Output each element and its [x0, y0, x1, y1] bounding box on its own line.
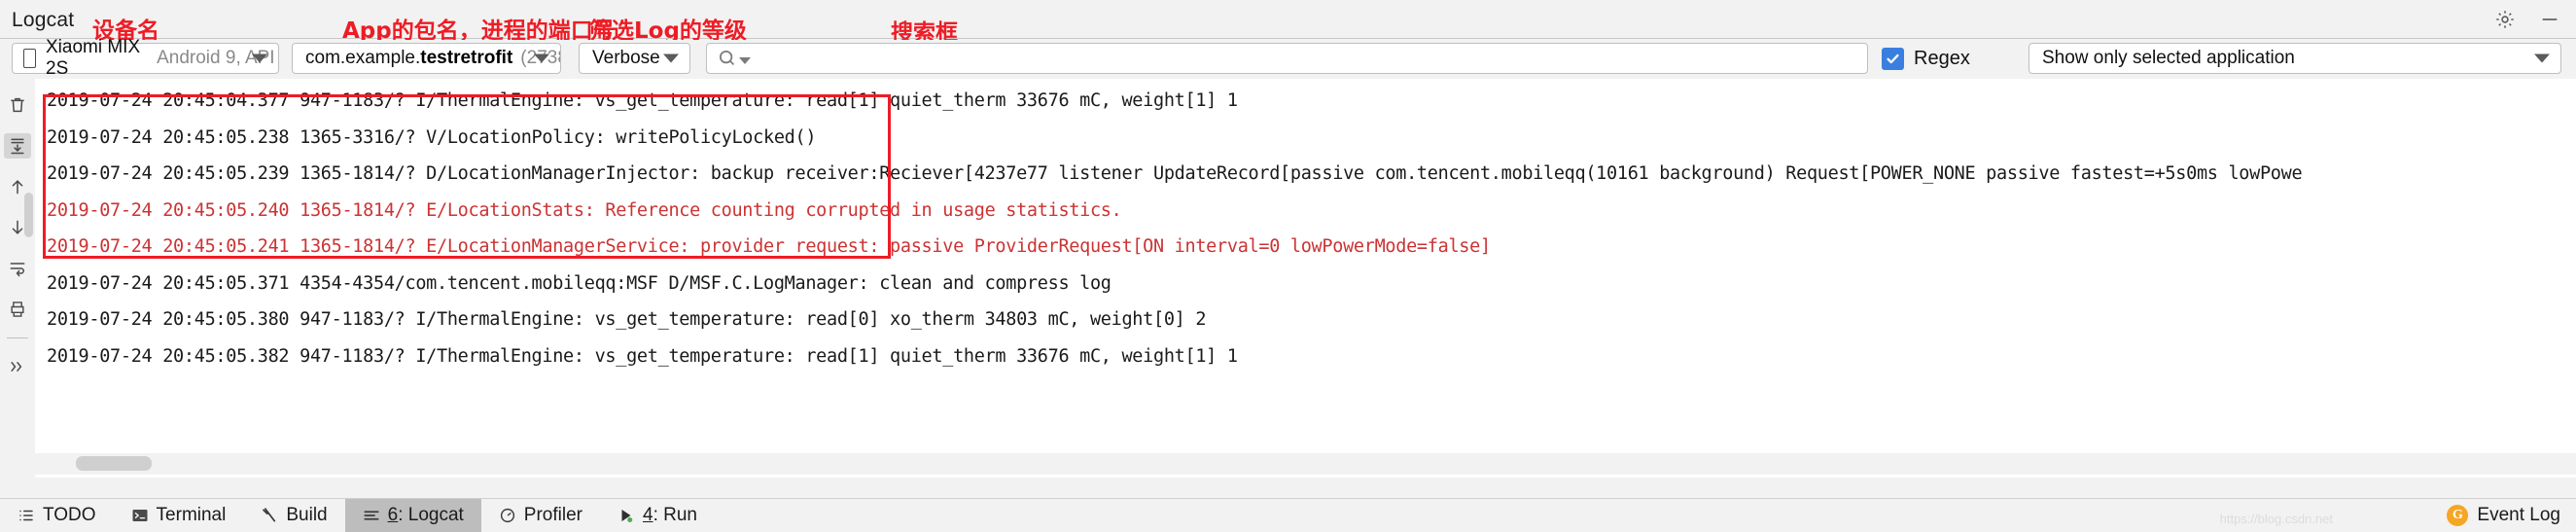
tab-label: Terminal — [156, 505, 227, 525]
logcat-icon — [363, 507, 380, 524]
log-line: 2019-07-24 20:45:05.380 947-1183/? I/The… — [47, 309, 1207, 330]
tab-label: 6: Logcat — [387, 505, 464, 525]
scrollbar-thumb[interactable] — [76, 456, 152, 471]
logcat-side-toolbar — [0, 79, 35, 478]
chevron-down-icon — [2534, 53, 2550, 63]
chevron-down-icon — [252, 53, 267, 63]
tab-logcat[interactable]: 6: Logcat — [344, 498, 481, 532]
package-name: testretrofit — [420, 48, 513, 68]
logcat-window: Logcat 设备名 App的包名，进程的端口号 筛选Log的等级 搜索框 飞速… — [0, 0, 2576, 532]
log-line: 2019-07-24 20:45:05.238 1365-3316/? V/Lo… — [47, 127, 817, 148]
soft-wrap-button[interactable] — [4, 256, 31, 281]
tab-label: 4: Run — [642, 505, 697, 525]
tab-label: Build — [286, 505, 328, 525]
hammer-icon — [261, 507, 278, 524]
tab-text: Logcat — [407, 505, 464, 525]
checkbox-checked-icon[interactable] — [1882, 48, 1904, 70]
tab-build[interactable]: Build — [243, 499, 344, 532]
print-button[interactable] — [4, 297, 31, 322]
log-level-value: Verbose — [592, 48, 660, 68]
log-line: 2019-07-24 20:45:05.382 947-1183/? I/The… — [47, 346, 1238, 367]
logcat-toolbar: Xiaomi MIX 2S Android 9, API 28 com.exam… — [0, 37, 2576, 79]
logcat-output[interactable]: 2019-07-24 20:45:04.377 947-1183/? I/The… — [35, 79, 2576, 478]
tab-mnemonic: 6 — [387, 505, 399, 525]
phone-icon — [23, 49, 36, 68]
gear-icon[interactable] — [2492, 7, 2518, 32]
search-field[interactable] — [706, 43, 1868, 74]
tab-label: TODO — [43, 505, 96, 525]
horizontal-scrollbar[interactable] — [35, 453, 2576, 475]
titlebar-actions — [2492, 7, 2562, 32]
chevron-down-icon — [663, 53, 679, 63]
page-title: Logcat — [12, 9, 75, 31]
log-line: 2019-07-24 20:45:05.371 4354-4354/com.te… — [47, 273, 1112, 294]
scroll-to-end-button[interactable] — [4, 133, 31, 159]
filter-value: Show only selected application — [2042, 48, 2295, 68]
watermark: https://blog.csdn.net — [2219, 512, 2333, 526]
log-level-dropdown[interactable]: Verbose — [579, 43, 690, 74]
log-line: 2019-07-24 20:45:05.239 1365-1814/? D/Lo… — [47, 163, 2303, 184]
todo-list-icon — [18, 507, 35, 524]
tab-label: Profiler — [523, 505, 582, 525]
search-input[interactable] — [759, 48, 1867, 69]
minimize-icon[interactable] — [2537, 7, 2562, 32]
device-dropdown[interactable]: Xiaomi MIX 2S Android 9, API 28 — [12, 37, 279, 79]
vertical-scrollbar[interactable] — [24, 193, 33, 237]
tab-mnemonic: 4 — [642, 505, 653, 525]
event-log-label[interactable]: Event Log — [2477, 505, 2560, 526]
status-bar-right: G Event Log — [2447, 505, 2576, 526]
regex-checkbox[interactable]: Regex — [1882, 48, 1970, 70]
chevron-down-icon[interactable] — [739, 57, 751, 64]
terminal-icon — [131, 507, 149, 524]
process-dropdown[interactable]: com.example.testretrofit (27380) — [292, 43, 561, 74]
tab-run[interactable]: 4: Run — [600, 499, 715, 532]
profiler-icon — [499, 507, 516, 524]
tab-terminal[interactable]: Terminal — [114, 499, 244, 532]
package-prefix: com.example. — [305, 48, 421, 68]
event-log-badge: G — [2447, 505, 2469, 526]
tab-text: Run — [663, 505, 697, 525]
chevron-down-icon — [534, 53, 549, 63]
tab-todo[interactable]: TODO — [0, 499, 114, 532]
filter-dropdown[interactable]: Show only selected application — [2029, 43, 2561, 74]
search-icon — [717, 48, 738, 69]
run-icon — [618, 507, 635, 524]
log-line: 2019-07-24 20:45:04.377 947-1183/? I/The… — [47, 90, 1238, 111]
log-line: 2019-07-24 20:45:05.240 1365-1814/? E/Lo… — [47, 200, 1122, 221]
log-line: 2019-07-24 20:45:05.241 1365-1814/? E/Lo… — [47, 236, 1491, 257]
clear-logcat-button[interactable] — [4, 92, 31, 118]
device-name: Xiaomi MIX 2S — [46, 37, 141, 79]
tab-profiler[interactable]: Profiler — [481, 499, 600, 532]
expand-button[interactable] — [4, 354, 31, 379]
divider — [7, 337, 28, 338]
regex-label: Regex — [1914, 48, 1970, 69]
status-bar: TODO Terminal Build 6: Logcat Profiler 4… — [0, 498, 2576, 532]
